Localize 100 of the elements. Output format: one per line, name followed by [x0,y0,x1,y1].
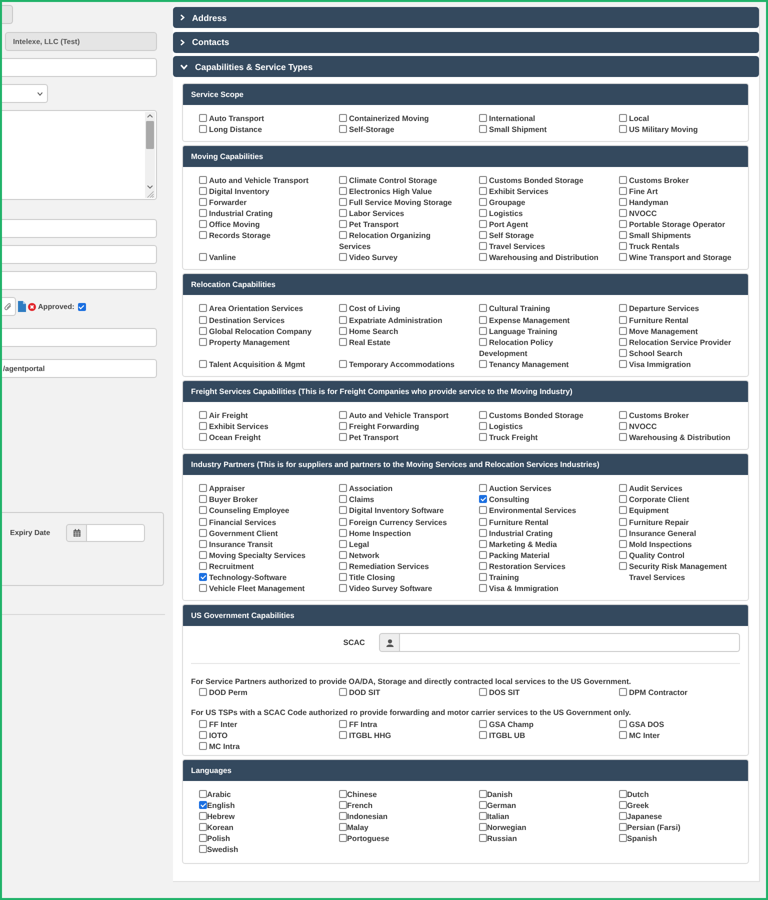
checkbox[interactable] [619,348,627,357]
checkbox[interactable] [199,550,207,559]
checkbox[interactable] [339,198,347,206]
checkbox[interactable] [78,302,86,310]
checkbox[interactable] [199,518,207,526]
checkbox[interactable] [339,506,347,514]
checkbox[interactable] [199,790,207,798]
checkbox[interactable] [619,812,627,820]
text-field[interactable] [2,328,157,347]
select-field[interactable] [2,84,48,103]
checkbox[interactable] [199,528,207,537]
checkbox[interactable] [199,823,207,832]
checkbox[interactable] [479,573,487,582]
checkbox[interactable] [619,326,627,335]
checkbox[interactable] [339,114,347,122]
checkbox[interactable] [479,198,487,206]
checkbox[interactable] [619,220,627,228]
checkbox[interactable] [199,316,207,324]
checkbox[interactable] [619,176,627,184]
text-field[interactable] [2,219,157,238]
checkbox[interactable] [619,540,627,548]
checkbox[interactable] [199,231,207,240]
checkbox[interactable] [339,360,347,368]
checkbox[interactable] [199,730,207,739]
checkbox[interactable] [339,422,347,430]
checkbox[interactable] [619,411,627,419]
checkbox[interactable] [199,834,207,842]
calendar-button[interactable] [66,524,87,542]
checkbox[interactable] [339,326,347,335]
checkbox[interactable] [339,584,347,592]
checkbox[interactable] [619,550,627,559]
checkbox[interactable] [479,823,487,832]
checkbox[interactable] [199,114,207,122]
checkbox[interactable] [619,208,627,217]
checkbox[interactable] [199,688,207,696]
checkbox[interactable] [479,411,487,419]
close-circle-icon[interactable] [28,302,36,310]
checkbox[interactable] [479,790,487,798]
checkbox[interactable] [479,304,487,312]
checkbox[interactable] [479,495,487,504]
checkbox[interactable] [339,790,347,798]
checkbox[interactable] [199,506,207,514]
checkbox[interactable] [339,562,347,570]
checkbox[interactable] [619,518,627,526]
checkbox[interactable] [479,422,487,430]
checkbox[interactable] [479,562,487,570]
checkbox[interactable] [479,834,487,842]
checkbox[interactable] [199,800,207,809]
checkbox[interactable] [619,506,627,514]
checkbox[interactable] [479,720,487,728]
checkbox[interactable] [199,562,207,570]
checkbox[interactable] [479,208,487,217]
textarea-field[interactable] [2,110,157,200]
checkbox[interactable] [619,834,627,842]
checkbox[interactable] [619,688,627,696]
checkbox[interactable] [619,338,627,346]
checkbox[interactable] [479,506,487,514]
checkbox[interactable] [199,495,207,504]
checkbox[interactable] [199,845,207,854]
checkbox[interactable] [479,584,487,592]
checkbox[interactable] [479,730,487,739]
checkbox[interactable] [339,253,347,262]
scac-field[interactable] [400,633,740,652]
checkbox[interactable] [479,231,487,240]
checkbox[interactable] [339,411,347,419]
checkbox[interactable] [339,720,347,728]
checkbox[interactable] [339,186,347,195]
checkbox[interactable] [479,326,487,335]
checkbox[interactable] [339,124,347,133]
checkbox[interactable] [339,231,347,240]
checkbox[interactable] [479,812,487,820]
checkbox[interactable] [479,800,487,809]
checkbox[interactable] [479,688,487,696]
checkbox[interactable] [619,198,627,206]
checkbox[interactable] [619,242,627,250]
checkbox[interactable] [199,176,207,184]
checkbox[interactable] [479,253,487,262]
checkbox[interactable] [339,338,347,346]
checkbox[interactable] [619,433,627,442]
checkbox[interactable] [199,433,207,442]
checkbox[interactable] [199,742,207,750]
checkbox[interactable] [619,316,627,324]
checkbox[interactable] [619,186,627,195]
checkbox[interactable] [479,518,487,526]
text-field[interactable] [2,58,157,77]
checkbox[interactable] [619,823,627,832]
checkbox[interactable] [479,433,487,442]
checkbox[interactable] [479,124,487,133]
checkbox[interactable] [339,208,347,217]
checkbox[interactable] [339,573,347,582]
checkbox[interactable] [339,528,347,537]
checkbox[interactable] [619,800,627,809]
checkbox[interactable] [199,720,207,728]
checkbox[interactable] [619,730,627,739]
scrollbar-thumb[interactable] [146,121,154,149]
checkbox[interactable] [199,422,207,430]
checkbox[interactable] [339,220,347,228]
checkbox[interactable] [479,220,487,228]
checkbox[interactable] [339,823,347,832]
checkbox[interactable] [199,484,207,492]
